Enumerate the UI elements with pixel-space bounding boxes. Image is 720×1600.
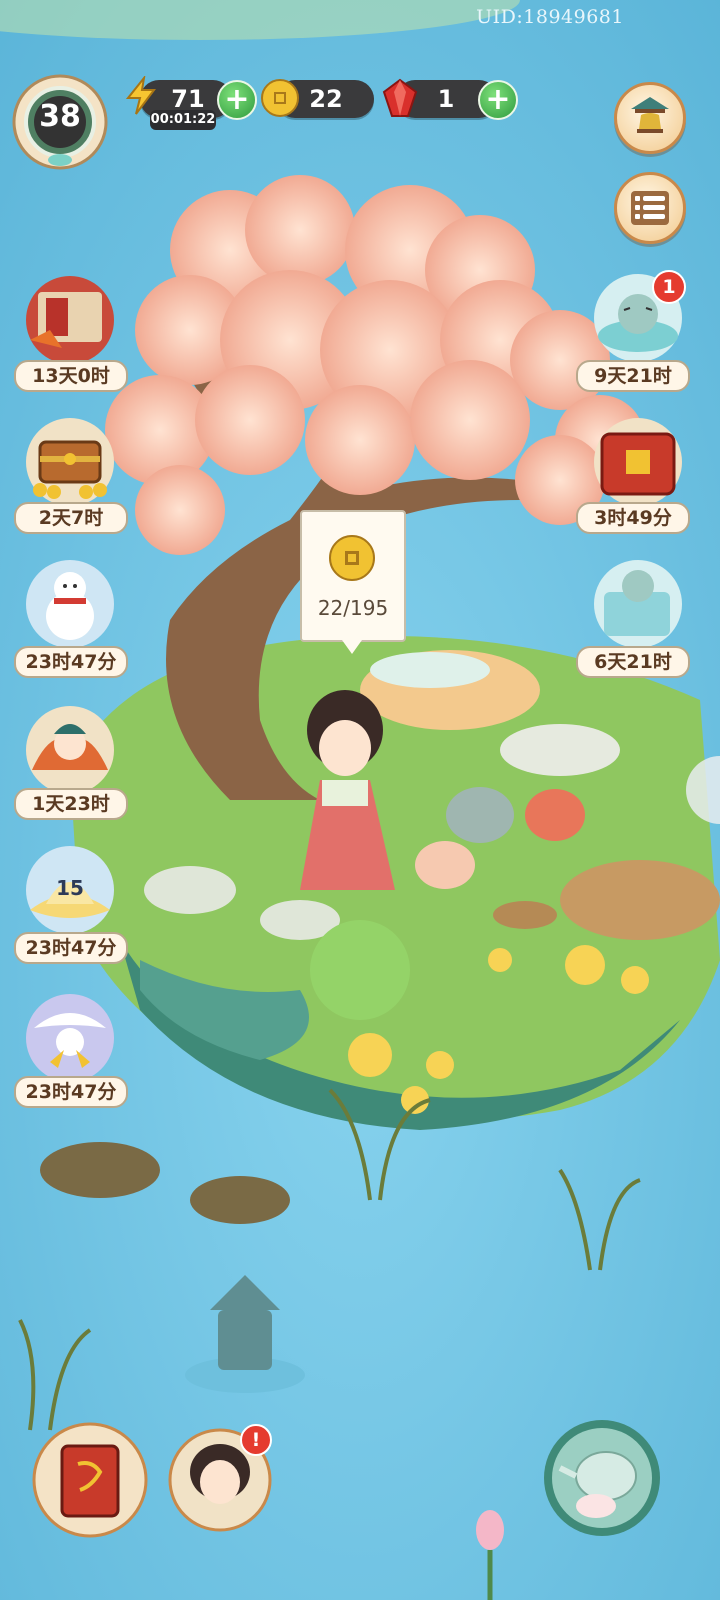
pavilion-button[interactable] — [614, 82, 686, 154]
teapot-button[interactable] — [540, 1416, 660, 1536]
lotus-event-timer: 23时47分 — [14, 932, 128, 964]
coin-icon — [329, 535, 375, 581]
level-number: 38 — [39, 99, 81, 134]
add-gem-button[interactable]: + — [478, 80, 518, 120]
maple-character-event-timer: 1天23时 — [14, 788, 128, 820]
maple-character-event-button[interactable]: 1天23时 — [10, 700, 130, 820]
menu-list-button[interactable] — [614, 172, 686, 244]
character-portrait-button[interactable]: ! — [160, 1420, 280, 1540]
coin-icon — [261, 79, 299, 117]
player-level-badge[interactable]: 38 — [12, 74, 108, 170]
treasure-chest-event-timer: 2天7时 — [14, 502, 128, 534]
pavilion-bell-icon — [631, 97, 669, 133]
snowman-cat-icon — [26, 560, 114, 648]
coin-progress: 22/195 — [317, 596, 389, 620]
energy-value: 71 — [171, 85, 205, 113]
coin-collect-tooltip[interactable]: 22/195 — [300, 510, 406, 654]
red-box-event-timer: 3时49分 — [576, 502, 690, 534]
red-box-event-button[interactable]: 3时49分 — [576, 414, 702, 534]
gift-cat-event-button[interactable]: 6天21时 — [576, 556, 702, 678]
gift-cat-event-timer: 6天21时 — [576, 646, 690, 678]
gem-value: 1 — [437, 85, 455, 113]
add-energy-button[interactable]: + — [217, 80, 257, 120]
energy-timer: 00:01:22 — [150, 110, 216, 130]
coin-value: 22 — [309, 85, 343, 113]
scroll-book-icon — [26, 276, 114, 364]
maple-character-icon — [26, 706, 114, 794]
lotus-event-count: 15 — [56, 876, 84, 900]
ruby-icon — [382, 78, 418, 117]
notification-badge: 1 — [652, 270, 686, 304]
treasure-chest-event-button[interactable]: 2天7时 — [10, 412, 130, 534]
bath-cat-event-timer: 9天21时 — [576, 360, 690, 392]
bath-cat-event-button[interactable]: 1 9天21时 — [576, 270, 702, 392]
journal-book-button[interactable] — [30, 1420, 150, 1540]
red-book-icon — [32, 1422, 148, 1538]
teapot-icon — [544, 1420, 660, 1536]
lotus-event-button[interactable]: 15 23时47分 — [10, 840, 130, 964]
gift-cat-icon — [594, 560, 682, 648]
scroll-event-timer: 13天0时 — [14, 360, 128, 392]
scroll-event-button[interactable]: 13天0时 — [10, 270, 130, 392]
list-menu-icon — [631, 191, 669, 225]
snowman-event-button[interactable]: 23时47分 — [10, 554, 130, 678]
alert-badge: ! — [240, 1424, 272, 1456]
red-gift-box-icon — [594, 418, 682, 506]
crane-event-timer: 23时47分 — [14, 1076, 128, 1108]
snowman-event-timer: 23时47分 — [14, 646, 128, 678]
crane-event-button[interactable]: 23时47分 — [10, 988, 130, 1108]
crane-icon — [26, 994, 114, 1082]
treasure-chest-icon — [26, 418, 114, 506]
user-id: UID:18949681 — [476, 6, 624, 28]
